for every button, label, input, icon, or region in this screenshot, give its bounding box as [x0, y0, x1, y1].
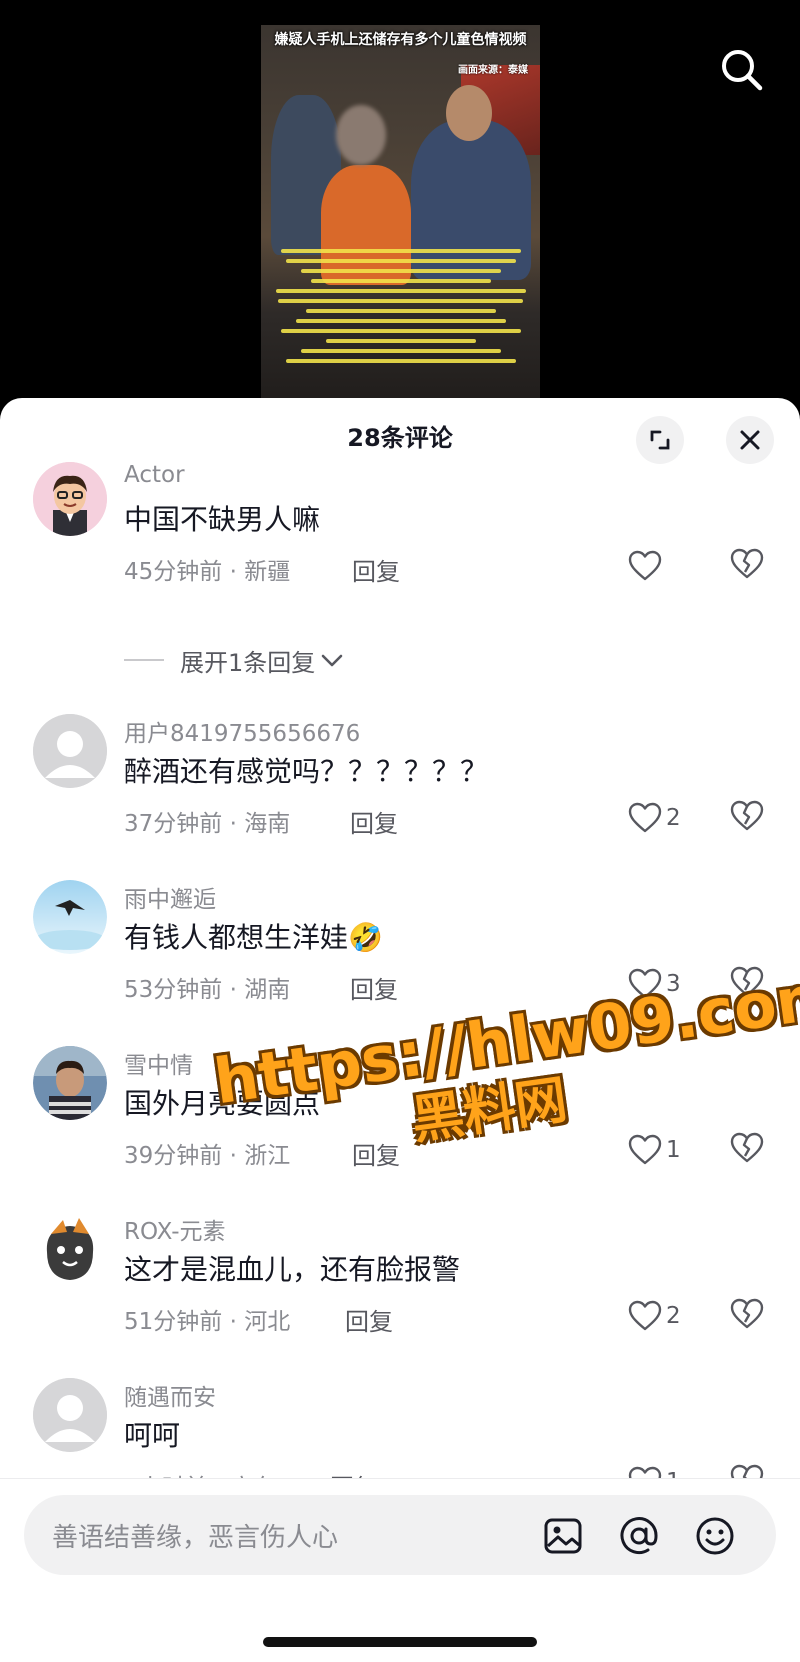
like-count: 2 — [666, 805, 681, 831]
comment-text: 国外月亮要圆点 — [124, 1087, 321, 1120]
comment-time-location: 45分钟前 · 新疆 — [124, 559, 291, 585]
video-caption-text-block — [267, 243, 534, 369]
comment-username[interactable]: 雨中邂逅 — [124, 880, 216, 914]
video-thumbnail[interactable]: 嫌疑人手机上还储存有多个儿童色情视频 画面来源：泰媒 — [261, 25, 540, 410]
emoji-icon[interactable] — [694, 1515, 736, 1557]
comment-time-location: 51分钟前 · 河北 — [124, 1309, 291, 1335]
avatar[interactable] — [33, 1046, 107, 1120]
like-button[interactable] — [628, 548, 666, 584]
heart-icon — [628, 1134, 662, 1165]
expand-icon — [650, 430, 670, 450]
chevron-down-icon — [321, 654, 343, 667]
search-icon[interactable] — [718, 46, 766, 94]
close-icon — [740, 430, 760, 450]
blurred-face — [336, 105, 386, 165]
like-count: 3 — [666, 971, 681, 997]
reply-button[interactable]: 回复 — [350, 970, 398, 1005]
video-player[interactable]: 嫌疑人手机上还储存有多个儿童色情视频 画面来源：泰媒 — [0, 0, 800, 410]
like-count: 2 — [666, 1303, 681, 1329]
comment-input-placeholder: 善语结善缘，恶言伤人心 — [52, 1523, 339, 1553]
close-button[interactable] — [726, 416, 774, 464]
comment-sheet: 28条评论 Actor 中国不缺男人嘛 45分钟前 · 新疆 回复 展开1条回复… — [0, 398, 800, 1661]
like-button[interactable]: 2 — [628, 800, 681, 836]
dislike-button[interactable] — [730, 1132, 766, 1168]
comment-text: 中国不缺男人嘛 — [124, 503, 321, 536]
comment-username[interactable]: 雪中情 — [124, 1046, 193, 1080]
like-button[interactable]: 3 — [628, 966, 681, 1002]
comment-time-location: 37分钟前 · 海南 — [124, 811, 291, 837]
reply-button[interactable]: 回复 — [352, 1136, 400, 1171]
comment-time-location: 39分钟前 · 浙江 — [124, 1143, 291, 1169]
comment-text: 有钱人都想生洋娃🤣 — [124, 921, 383, 954]
comment-input[interactable]: 善语结善缘，恶言伤人心 — [24, 1495, 776, 1575]
comment-username[interactable]: Actor — [124, 462, 185, 488]
comment-username[interactable]: 用户8419755656676 — [124, 714, 360, 748]
dislike-button[interactable] — [730, 1298, 766, 1334]
expand-replies-button[interactable]: 展开1条回复 — [124, 642, 345, 678]
comment-input-bar: 善语结善缘，恶言伤人心 — [0, 1478, 800, 1662]
broken-heart-icon — [730, 548, 764, 579]
home-indicator — [263, 1637, 537, 1647]
video-headline: 嫌疑人手机上还储存有多个儿童色情视频 — [274, 32, 527, 48]
like-count: 1 — [666, 1137, 681, 1163]
heart-icon — [628, 1300, 662, 1331]
expand-sheet-button[interactable] — [636, 416, 684, 464]
reply-button[interactable]: 回复 — [352, 552, 400, 587]
comment-username[interactable]: 随遇而安 — [124, 1378, 216, 1412]
dislike-button[interactable] — [730, 548, 766, 584]
reply-button[interactable]: 回复 — [350, 804, 398, 839]
broken-heart-icon — [730, 966, 764, 997]
comment-text: 呵呵 — [124, 1419, 181, 1452]
like-button[interactable]: 1 — [628, 1132, 681, 1168]
comment-time-location: 53分钟前 · 湖南 — [124, 977, 291, 1003]
avatar[interactable] — [33, 880, 107, 954]
comment-username[interactable]: ROX-元素 — [124, 1212, 226, 1246]
video-source-label: 画面来源：泰媒 — [458, 65, 528, 76]
heart-icon — [628, 968, 662, 999]
like-button[interactable]: 2 — [628, 1298, 681, 1334]
heart-icon — [628, 550, 662, 581]
reply-button[interactable]: 回复 — [345, 1302, 393, 1337]
avatar[interactable] — [33, 714, 107, 788]
expand-replies-label: 展开1条回复 — [180, 648, 316, 677]
divider — [124, 659, 164, 661]
heart-icon — [628, 802, 662, 833]
dislike-button[interactable] — [730, 966, 766, 1002]
broken-heart-icon — [730, 1132, 764, 1163]
avatar[interactable] — [33, 462, 107, 536]
thumbnail-face — [446, 85, 492, 141]
mention-icon[interactable] — [618, 1515, 660, 1557]
broken-heart-icon — [730, 1298, 764, 1329]
avatar[interactable] — [33, 1378, 107, 1452]
avatar[interactable] — [33, 1212, 107, 1286]
broken-heart-icon — [730, 800, 764, 831]
comment-text: 醉酒还有感觉吗？？？？？？ — [124, 755, 489, 788]
image-icon[interactable] — [542, 1515, 584, 1557]
dislike-button[interactable] — [730, 800, 766, 836]
comment-text: 这才是混血儿，还有脸报警 — [124, 1253, 461, 1286]
